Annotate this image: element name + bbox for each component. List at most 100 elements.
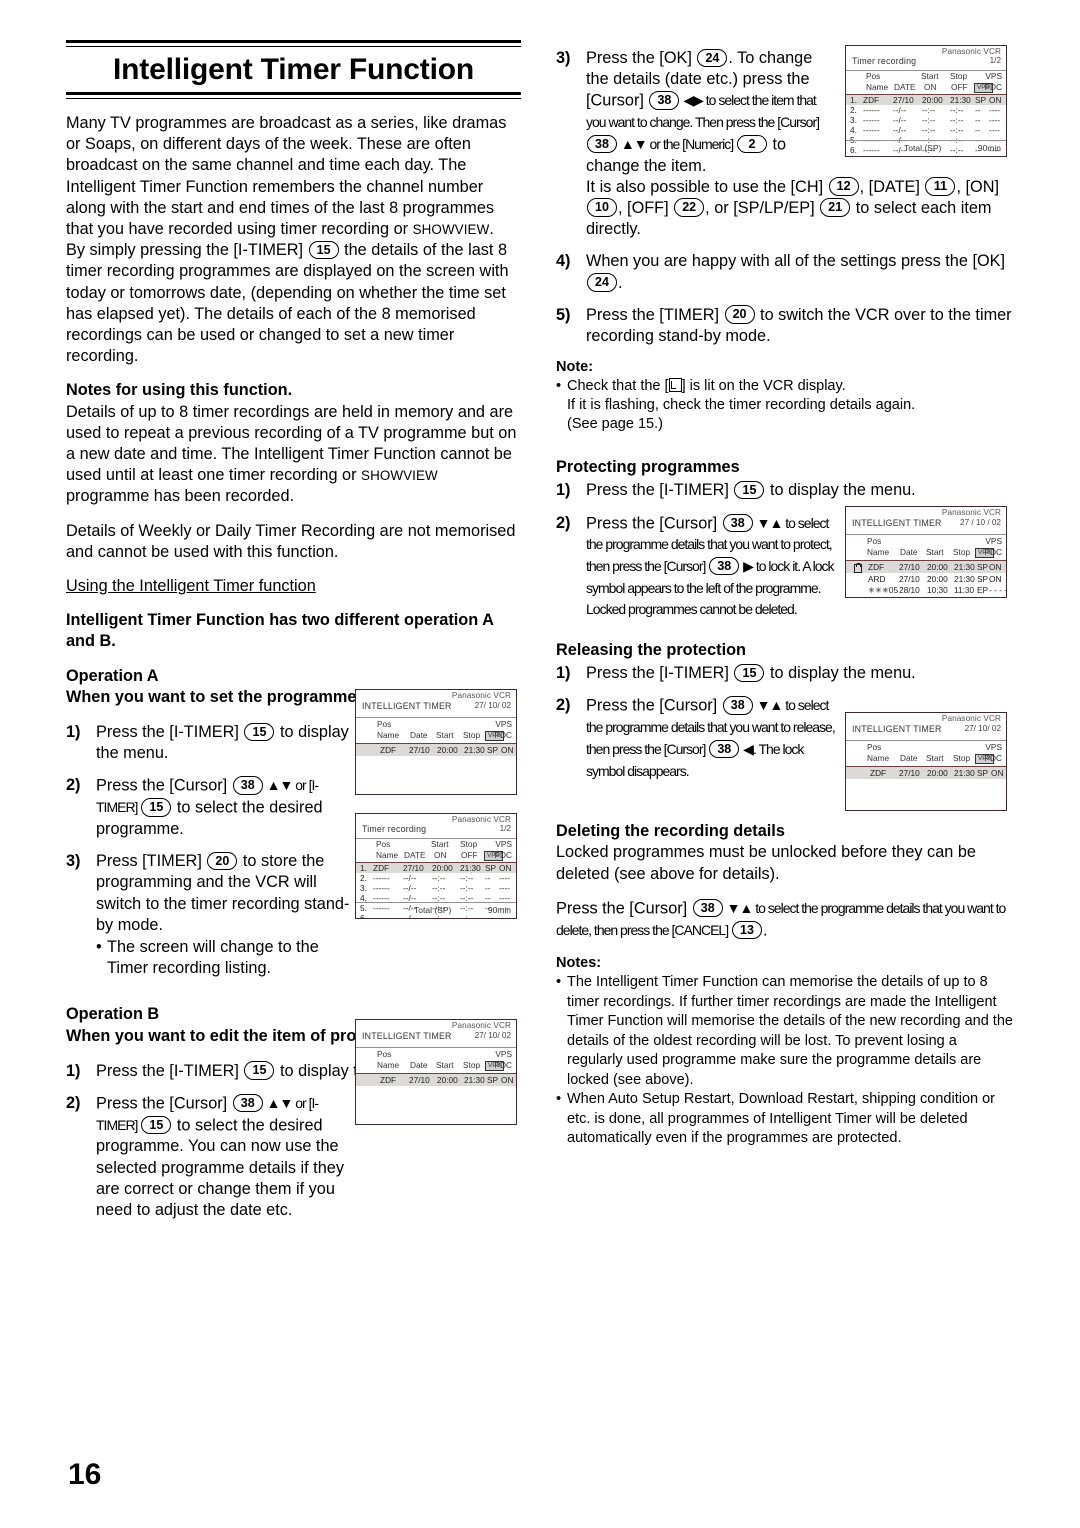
col-pos: Pos <box>377 719 392 729</box>
step-text-a: Press the [I-TIMER] <box>96 723 244 742</box>
list-item: 1) Press the [I-TIMER] 15 to display the… <box>556 480 1016 501</box>
table-row: 3. ------ --/-- --:-- --:-- -- ---- <box>846 115 1006 125</box>
cell-stop: --:-- <box>950 105 964 115</box>
intro-paragraph: Many TV programmes are broadcast as a se… <box>66 113 521 367</box>
col-pos: Pos <box>376 839 391 849</box>
table-row: 1. ZDF 27/10 20:00 21:30 SP ON <box>846 94 1006 105</box>
key-pill-15: 15 <box>141 798 172 817</box>
cell-date: 27/10 <box>409 1075 430 1085</box>
using-heading-text: Using the Intelligent Timer function <box>66 577 316 596</box>
cell-vps: ---- <box>499 873 511 883</box>
cell-stop: --:-- <box>950 125 964 135</box>
col-name: Name <box>377 1060 400 1070</box>
screen-page: 1/2 <box>989 56 1001 65</box>
key-pill-15: 15 <box>244 1061 275 1080</box>
note-text-a: Check that the [ <box>567 378 669 395</box>
step2-text-e: , or [SP/LP/EP] <box>705 198 820 217</box>
col-off: OFF <box>461 850 478 860</box>
note-line2: If it is flashing, check the timer recor… <box>567 397 916 414</box>
key-pill-15: 15 <box>734 663 765 683</box>
cell-name: ------ <box>863 115 880 125</box>
cell-date: 27/10 <box>403 863 424 873</box>
list-item: 2) Press the [Cursor] 38 ▲▼ or [I-TIMER]… <box>66 1093 356 1221</box>
screen-brand: Panasonic VCR <box>451 1021 511 1030</box>
col-pos: Pos <box>377 1049 392 1059</box>
col-name: Name <box>867 547 890 557</box>
screen-header: Panasonic VCR INTELLIGENT TIMER 27/ 10/ … <box>356 1020 516 1047</box>
col-stop: Stop <box>950 71 968 81</box>
screen-rows: ZDF 27/10 20:00 21:30 SP ON <box>356 743 516 756</box>
cell-start: 20:00 <box>922 95 943 105</box>
screen-timer-recording-right: Panasonic VCR Timer recording 1/2 Pos St… <box>845 45 1007 157</box>
key-pill-24: 24 <box>587 273 617 292</box>
screen-date: 27 / 10 / 02 <box>960 518 1001 527</box>
cell-name: ZDF <box>380 1075 397 1085</box>
step-text-b: to display the menu. <box>765 481 916 500</box>
col-vps: VPS <box>495 1049 512 1059</box>
key-pill-20: 20 <box>724 305 755 324</box>
cell-start: 20:00 <box>927 562 948 572</box>
screen-brand: Panasonic VCR <box>941 47 1001 56</box>
key-pill-38: 38 <box>709 556 740 576</box>
screen-rows: ZDF 27/10 20:00 21:30 SP ON <box>356 1073 516 1086</box>
col-start: Start <box>431 839 449 849</box>
step-number: 1) <box>66 723 81 742</box>
col-on: ON <box>434 850 447 860</box>
manual-page: Intelligent Timer Function Many TV progr… <box>0 0 1080 1528</box>
col-pdc: PDC <box>984 753 1002 763</box>
bullet-dot: • <box>96 937 102 956</box>
screen-header: Panasonic VCR INTELLIGENT TIMER 27/ 10/ … <box>846 713 1006 740</box>
cell-vps: ON <box>501 745 514 755</box>
col-stop: Stop <box>463 730 481 740</box>
cell-vps: ON <box>991 768 1004 778</box>
col-vps: VPS <box>495 839 512 849</box>
col-name: Name <box>866 82 889 92</box>
cell-start: --:-- <box>432 873 446 883</box>
deleting-paragraph-2: Press the [Cursor] 38 ▼▲ to select the p… <box>556 898 1016 941</box>
page-number: 16 <box>68 1458 102 1491</box>
col-start: Start <box>436 1060 454 1070</box>
cell-index: 3. <box>360 883 367 893</box>
notes-for-using-heading: Notes for using this function. <box>66 381 293 400</box>
note-item: • When Auto Setup Restart, Download Rest… <box>556 1090 1016 1149</box>
key-pill-21: 21 <box>820 198 851 217</box>
screen-date: 27/ 10/ 02 <box>474 701 511 710</box>
cell-index: 2. <box>850 105 857 115</box>
step2-text-a: It is also possible to use the [CH] <box>586 177 828 196</box>
cell-mode: -- <box>975 105 981 115</box>
protecting-heading: Protecting programmes <box>556 458 740 477</box>
cell-date: --/-- <box>893 115 907 125</box>
sub-bullet-text: The screen will change to the Timer reco… <box>107 937 319 978</box>
screen-mode: Timer recording <box>362 824 427 834</box>
list-item: 2) Press the [Cursor] 38 ▼▲ to select th… <box>556 695 838 782</box>
cell-mode: SP <box>975 95 987 105</box>
table-row: 2. ------ --/-- --:-- --:-- -- ---- <box>356 873 516 883</box>
col-stop: Stop <box>460 839 478 849</box>
col-start: Start <box>926 753 944 763</box>
cell-index: 2. <box>360 873 367 883</box>
screen-intelligent-timer-b: Panasonic VCR INTELLIGENT TIMER 27/ 10/ … <box>355 1019 517 1125</box>
note-heading: Note: <box>556 359 594 376</box>
step-number: 2) <box>556 513 571 532</box>
cell-stop: 11:30 <box>954 585 975 595</box>
bullet-dot: • <box>556 378 562 395</box>
screen-footer: Total (SP) 90min <box>356 902 516 918</box>
key-pill-10: 10 <box>587 198 617 217</box>
screen-page: 1/2 <box>499 824 511 833</box>
title-rule-top <box>66 40 521 47</box>
cell-vps: ON <box>501 1075 514 1085</box>
cell-name: ZDF <box>863 95 880 105</box>
step-text-b: to display the menu. <box>765 664 916 683</box>
cell-mode: SP <box>487 1075 499 1085</box>
screen-brand: Panasonic VCR <box>451 691 511 700</box>
notes-paragraph-2: Details of Weekly or Daily Timer Recordi… <box>66 521 516 561</box>
footer-time: 90min <box>487 905 511 915</box>
cell-mode: -- <box>485 873 491 883</box>
step-number: 3) <box>556 49 571 67</box>
table-row: ZDF 27/10 20:00 21:30 SP ON <box>846 766 1006 779</box>
col-date: Date <box>900 547 918 557</box>
screen-header: Panasonic VCR Timer recording 1/2 <box>846 46 1006 70</box>
footer-total: Total (SP) <box>904 143 942 153</box>
key-pill-38: 38 <box>722 513 753 533</box>
showview-smallcaps: SHOWVIEW <box>412 222 490 238</box>
